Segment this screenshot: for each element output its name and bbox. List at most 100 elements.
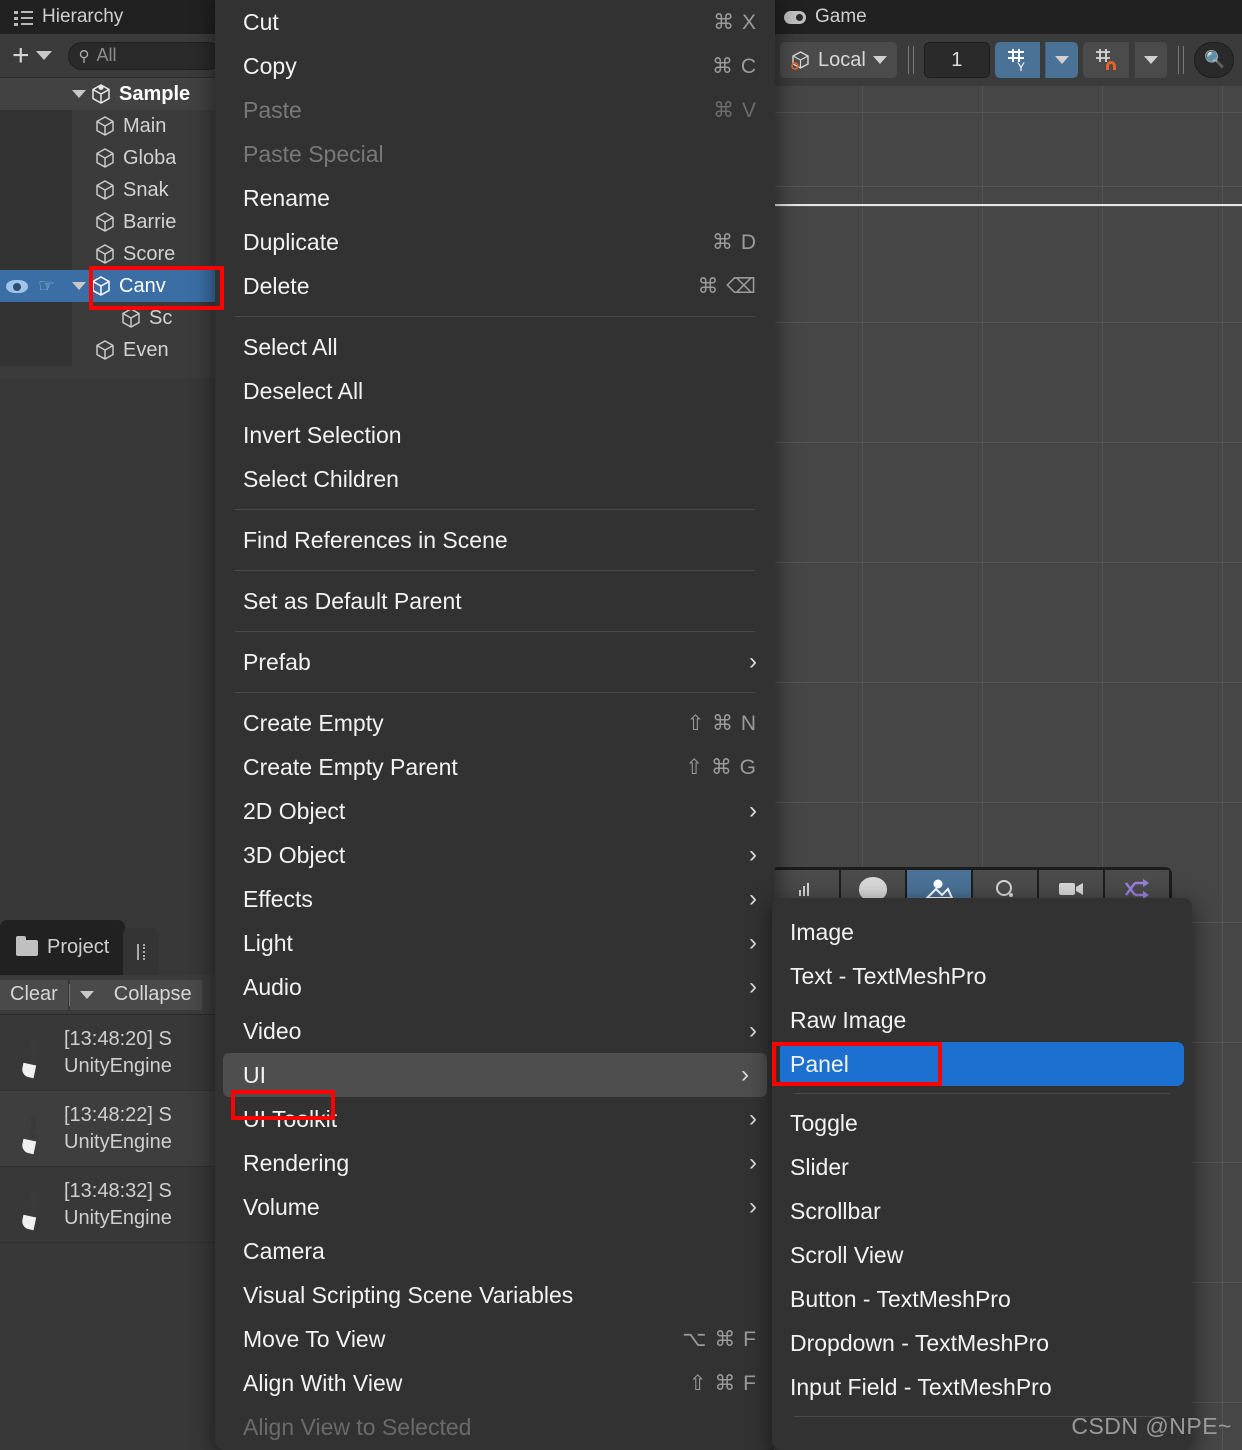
submenu-item-slider[interactable]: Slider xyxy=(772,1145,1192,1189)
pivot-rotation-dropdown[interactable]: Local xyxy=(780,42,897,78)
hierarchy-item-main[interactable]: Main xyxy=(0,110,230,142)
menu-item-paste: Paste ⌘ V xyxy=(243,96,757,123)
collapse-label: Collapse xyxy=(113,983,192,1005)
collapse-button[interactable]: Collapse xyxy=(103,979,202,1010)
gameobject-icon xyxy=(90,275,112,297)
eye-icon[interactable] xyxy=(6,279,28,293)
menu-item-volume[interactable]: Volume › xyxy=(215,1185,775,1229)
shortcut-cut: ⌘ X xyxy=(713,10,757,34)
scene-search-input[interactable]: 🔍 xyxy=(1193,42,1234,78)
menu-item-3d-object[interactable]: 3D Object › xyxy=(215,833,775,877)
menu-item-find-references[interactable]: Find References in Scene xyxy=(215,518,775,562)
shortcut-align-with-view: ⇧ ⌘ F xyxy=(688,1371,757,1395)
snap-value-input[interactable]: 1 xyxy=(923,42,990,78)
submenu-item-button-textmeshpro[interactable]: Button - TextMeshPro xyxy=(772,1277,1192,1321)
menu-item-move-to-view[interactable]: Move To View ⌥ ⌘ F xyxy=(215,1317,775,1361)
menu-item-light[interactable]: Light › xyxy=(215,921,775,965)
menu-item-delete[interactable]: Delete ⌘ ⌫ xyxy=(215,264,775,308)
menu-item-camera[interactable]: Camera xyxy=(215,1229,775,1273)
menu-item-ui[interactable]: UI › xyxy=(223,1053,767,1097)
visibility-controls[interactable]: ☞ xyxy=(6,270,55,302)
hierarchy-item-score[interactable]: Score xyxy=(0,238,230,270)
visibility-gutter xyxy=(0,334,72,366)
project-tab-label: Project xyxy=(47,936,110,958)
menu-item-2d-object[interactable]: 2D Object › xyxy=(215,789,775,833)
tab-project[interactable]: Project xyxy=(0,920,126,975)
menu-item-duplicate[interactable]: Duplicate ⌘ D xyxy=(215,220,775,264)
menu-item-align-view-to-selected[interactable]: Align View to Selected xyxy=(215,1405,775,1449)
submenu-item-scrollbar[interactable]: Scrollbar xyxy=(772,1189,1192,1233)
visibility-gutter xyxy=(0,110,72,142)
menu-item-prefab[interactable]: Prefab › xyxy=(215,640,775,684)
grid-axis-toggle[interactable]: Y xyxy=(994,42,1041,78)
submenu-item-dropdown-textmeshpro[interactable]: Dropdown - TextMeshPro xyxy=(772,1321,1192,1365)
submenu-item-toggle[interactable]: Toggle xyxy=(772,1101,1192,1145)
menu-item-cut[interactable]: Cut ⌘ X xyxy=(215,0,775,44)
submenu-item-input-field-textmeshpro[interactable]: Input Field - TextMeshPro xyxy=(772,1365,1192,1409)
chevron-down-icon-3 xyxy=(1143,56,1158,64)
menu-item-effects[interactable]: Effects › xyxy=(215,877,775,921)
menu-item-deselect-all[interactable]: Deselect All xyxy=(215,369,775,413)
hierarchy-item-score-child[interactable]: Sc xyxy=(0,302,230,334)
submenu-item-raw-image[interactable]: Raw Image xyxy=(772,998,1192,1042)
hierarchy-icon xyxy=(14,9,34,26)
submenu-item-panel[interactable]: Panel xyxy=(780,1042,1184,1086)
tab-hierarchy[interactable]: Hierarchy xyxy=(14,0,123,34)
shortcut-create-empty-parent: ⇧ ⌘ G xyxy=(685,755,757,779)
menu-item-set-default-parent[interactable]: Set as Default Parent xyxy=(215,579,775,623)
hierarchy-item-barrier[interactable]: Barrie xyxy=(0,206,230,238)
expand-triangle-icon[interactable] xyxy=(72,90,86,98)
console-log-row[interactable]: [13:48:32] S UnityEngine xyxy=(0,1167,230,1243)
menu-item-copy[interactable]: Copy ⌘ C xyxy=(215,44,775,88)
error-icon xyxy=(14,1109,54,1154)
menu-item-rename[interactable]: Rename xyxy=(215,176,775,220)
chevron-right-icon: › xyxy=(749,1105,757,1132)
menu-item-select-children[interactable]: Select Children xyxy=(215,457,775,501)
chevron-right-icon: › xyxy=(749,929,757,956)
menu-item-rendering[interactable]: Rendering › xyxy=(215,1141,775,1185)
plus-icon: + xyxy=(12,38,30,72)
menu-item-video[interactable]: Video › xyxy=(215,1009,775,1053)
menu-item-ui-toolkit[interactable]: UI Toolkit › xyxy=(215,1097,775,1141)
console-icon xyxy=(137,943,146,960)
svg-text:Y: Y xyxy=(1017,60,1025,73)
hand-icon[interactable]: ☞ xyxy=(38,277,55,296)
shortcut-move-to-view: ⌥ ⌘ F xyxy=(682,1327,757,1351)
clear-label: Clear xyxy=(10,983,58,1005)
menu-item-select-all[interactable]: Select All xyxy=(215,325,775,369)
menu-item-create-empty[interactable]: Create Empty ⇧ ⌘ N xyxy=(215,701,775,745)
clear-button[interactable]: Clear xyxy=(0,979,69,1010)
tab-game[interactable]: Game xyxy=(784,6,867,28)
menu-item-invert-selection[interactable]: Invert Selection xyxy=(215,413,775,457)
expand-triangle-icon-canvas[interactable] xyxy=(72,282,86,290)
hierarchy-item-sample[interactable]: Sample xyxy=(0,78,230,110)
console-log-list: [13:48:20] S UnityEngine [13:48:22] S Unit… xyxy=(0,1015,230,1243)
hierarchy-item-global[interactable]: Globa xyxy=(0,142,230,174)
menu-item-audio[interactable]: Audio › xyxy=(215,965,775,1009)
visibility-gutter xyxy=(0,78,72,110)
visibility-gutter xyxy=(0,206,72,238)
hierarchy-search-input[interactable]: ⚲ All xyxy=(67,41,222,70)
menu-separator xyxy=(235,509,755,510)
menu-item-create-empty-parent[interactable]: Create Empty Parent ⇧ ⌘ G xyxy=(215,745,775,789)
hierarchy-tree: Sample Main Globa Snak Barrie Score ☞ Ca… xyxy=(0,78,230,378)
hierarchy-label-eventsystem: Even xyxy=(123,338,169,361)
grid-snapping-toggle[interactable] xyxy=(1083,42,1129,78)
grid-snapping-dropdown[interactable] xyxy=(1133,42,1167,78)
hierarchy-item-snake[interactable]: Snak xyxy=(0,174,230,206)
submenu-item-scroll-view[interactable]: Scroll View xyxy=(772,1233,1192,1277)
chevron-right-icon: › xyxy=(749,885,757,912)
submenu-item-image[interactable]: Image xyxy=(772,910,1192,954)
add-gameobject-button[interactable]: + xyxy=(8,38,56,72)
console-log-row[interactable]: [13:48:20] S UnityEngine xyxy=(0,1015,230,1091)
console-log-row[interactable]: [13:48:22] S UnityEngine xyxy=(0,1091,230,1167)
clear-dropdown-button[interactable] xyxy=(69,979,104,1010)
submenu-item-text-textmeshpro[interactable]: Text - TextMeshPro xyxy=(772,954,1192,998)
hierarchy-item-eventsystem[interactable]: Even xyxy=(0,334,230,366)
tab-console[interactable] xyxy=(123,928,160,975)
grid-axis-dropdown[interactable] xyxy=(1045,42,1079,78)
menu-item-align-with-view[interactable]: Align With View ⇧ ⌘ F xyxy=(215,1361,775,1405)
hierarchy-item-canvas[interactable]: ☞ Canv xyxy=(0,270,230,302)
ui-submenu: Image Text - TextMeshPro Raw Image Panel… xyxy=(772,898,1192,1450)
menu-item-visual-scripting-scene-variables[interactable]: Visual Scripting Scene Variables xyxy=(215,1273,775,1317)
